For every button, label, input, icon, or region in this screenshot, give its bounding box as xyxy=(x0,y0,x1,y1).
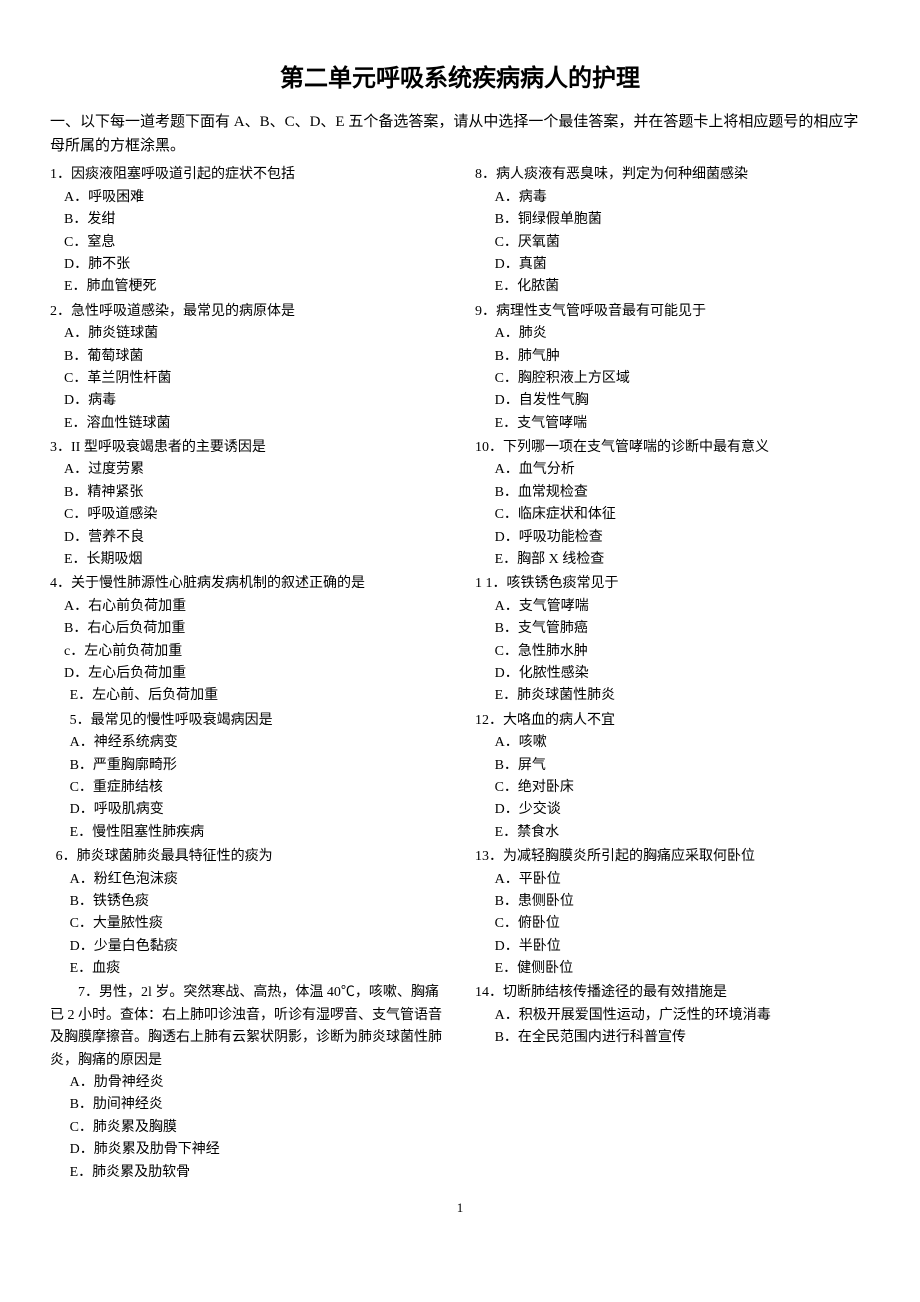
option-a: A．肺炎 xyxy=(495,323,870,345)
option-d: D．化脓性感染 xyxy=(495,663,870,685)
question-7: 7．男性，2l 岁。突然寒战、高热，体温 40℃，咳嗽、胸痛已 2 小时。查体：… xyxy=(50,982,445,1184)
question-stem: 3．II 型呼吸衰竭患者的主要诱因是 xyxy=(50,437,445,459)
question-stem: 1 1．咳铁锈色痰常见于 xyxy=(475,573,870,595)
question-6: 6．肺炎球菌肺炎最具特征性的痰为 A．粉红色泡沫痰 B．铁锈色痰 C．大量脓性痰… xyxy=(50,846,445,980)
option-b: B．支气管肺癌 xyxy=(495,618,870,640)
option-c: C．大量脓性痰 xyxy=(70,913,445,935)
question-10: 10．下列哪一项在支气管哮喘的诊断中最有意义 A．血气分析 B．血常规检查 C．… xyxy=(475,437,870,571)
option-d: D．病毒 xyxy=(50,390,445,412)
option-b: B．铁锈色痰 xyxy=(70,891,445,913)
question-11: 1 1．咳铁锈色痰常见于 A．支气管哮喘 B．支气管肺癌 C．急性肺水肿 D．化… xyxy=(475,573,870,707)
option-a: A．过度劳累 xyxy=(50,459,445,481)
question-8: 8．病人痰液有恶臭味，判定为何种细菌感染 A．病毒 B．铜绿假单胞菌 C．厌氧菌… xyxy=(475,164,870,298)
question-stem: 8．病人痰液有恶臭味，判定为何种细菌感染 xyxy=(475,164,870,186)
question-stem: 14．切断肺结核传播途径的最有效措施是 xyxy=(475,982,870,1004)
option-e: E．肺炎累及肋软骨 xyxy=(70,1162,445,1184)
option-a: A．肋骨神经炎 xyxy=(70,1072,445,1094)
option-a: A．血气分析 xyxy=(495,459,870,481)
option-a: A．积极开展爱国性运动，广泛性的环境消毒 xyxy=(495,1005,870,1027)
option-b: B．在全民范围内进行科普宣传 xyxy=(495,1027,870,1049)
question-stem: 2．急性呼吸道感染，最常见的病原体是 xyxy=(50,301,445,323)
question-5: 5．最常见的慢性呼吸衰竭病因是 A．神经系统病变 B．严重胸廓畸形 C．重症肺结… xyxy=(50,710,445,844)
option-e: E．血痰 xyxy=(70,958,445,980)
option-c: C．临床症状和体征 xyxy=(495,504,870,526)
option-c: C．俯卧位 xyxy=(495,913,870,935)
question-stem: 4．关于慢性肺源性心脏病发病机制的叙述正确的是 xyxy=(50,573,445,595)
option-e: E．支气管哮喘 xyxy=(495,413,870,435)
option-a: A．神经系统病变 xyxy=(70,732,445,754)
option-d: D．呼吸肌病变 xyxy=(70,799,445,821)
option-d: D．呼吸功能检查 xyxy=(495,527,870,549)
option-d: D．左心后负荷加重 xyxy=(50,663,445,685)
option-c: C．急性肺水肿 xyxy=(495,641,870,663)
option-a: A．平卧位 xyxy=(495,869,870,891)
question-14: 14．切断肺结核传播途径的最有效措施是 A．积极开展爱国性运动，广泛性的环境消毒… xyxy=(475,982,870,1049)
question-3: 3．II 型呼吸衰竭患者的主要诱因是 A．过度劳累 B．精神紧张 C．呼吸道感染… xyxy=(50,437,445,571)
option-c: C．革兰阴性杆菌 xyxy=(50,368,445,390)
option-e: E．健侧卧位 xyxy=(495,958,870,980)
option-e: E．左心前、后负荷加重 xyxy=(70,685,445,707)
option-d: D．自发性气胸 xyxy=(495,390,870,412)
option-e: E．慢性阻塞性肺疾病 xyxy=(70,822,445,844)
option-b: B．右心后负荷加重 xyxy=(50,618,445,640)
option-b: B．葡萄球菌 xyxy=(50,346,445,368)
option-b: B．患侧卧位 xyxy=(495,891,870,913)
question-stem: 13．为减轻胸膜炎所引起的胸痛应采取何卧位 xyxy=(475,846,870,868)
question-stem: 12．大咯血的病人不宜 xyxy=(475,710,870,732)
option-e: E．胸部 X 线检查 xyxy=(495,549,870,571)
option-b: B．屏气 xyxy=(495,755,870,777)
option-d: D．半卧位 xyxy=(495,936,870,958)
question-12: 12．大咯血的病人不宜 A．咳嗽 B．屏气 C．绝对卧床 D．少交谈 E．禁食水 xyxy=(475,710,870,844)
option-e: E．长期吸烟 xyxy=(50,549,445,571)
option-a: A．病毒 xyxy=(495,187,870,209)
page-title: 第二单元呼吸系统疾病病人的护理 xyxy=(50,60,870,98)
option-b: B．血常规检查 xyxy=(495,482,870,504)
question-9: 9．病理性支气管呼吸音最有可能见于 A．肺炎 B．肺气肿 C．胸腔积液上方区域 … xyxy=(475,301,870,435)
question-1: 1．因痰液阻塞呼吸道引起的症状不包括 A．呼吸困难 B．发绀 C．窒息 D．肺不… xyxy=(50,164,445,298)
option-a: A．支气管哮喘 xyxy=(495,596,870,618)
option-a: A．呼吸困难 xyxy=(50,187,445,209)
question-stem: 9．病理性支气管呼吸音最有可能见于 xyxy=(475,301,870,323)
option-b: B．精神紧张 xyxy=(50,482,445,504)
section-instructions: 一、以下每一道考题下面有 A、B、C、D、E 五个备选答案，请从中选择一个最佳答… xyxy=(50,110,870,158)
option-a: A．肺炎链球菌 xyxy=(50,323,445,345)
question-stem: 1．因痰液阻塞呼吸道引起的症状不包括 xyxy=(50,164,445,186)
option-c: C．呼吸道感染 xyxy=(50,504,445,526)
question-4: 4．关于慢性肺源性心脏病发病机制的叙述正确的是 A．右心前负荷加重 B．右心后负… xyxy=(50,573,445,707)
option-b: B．肺气肿 xyxy=(495,346,870,368)
option-e: E．肺血管梗死 xyxy=(50,276,445,298)
option-a: A．右心前负荷加重 xyxy=(50,596,445,618)
question-stem: 10．下列哪一项在支气管哮喘的诊断中最有意义 xyxy=(475,437,870,459)
question-stem: 6．肺炎球菌肺炎最具特征性的痰为 xyxy=(56,846,445,868)
question-stem: 5．最常见的慢性呼吸衰竭病因是 xyxy=(70,710,445,732)
option-c: C．肺炎累及胸膜 xyxy=(70,1117,445,1139)
option-c: C．重症肺结核 xyxy=(70,777,445,799)
option-c: C．窒息 xyxy=(50,232,445,254)
option-a: A．咳嗽 xyxy=(495,732,870,754)
option-d: D．营养不良 xyxy=(50,527,445,549)
option-c: C．绝对卧床 xyxy=(495,777,870,799)
option-c: c．左心前负荷加重 xyxy=(50,641,445,663)
option-b: B．铜绿假单胞菌 xyxy=(495,209,870,231)
option-d: D．肺不张 xyxy=(50,254,445,276)
page-number: 1 xyxy=(50,1198,870,1219)
option-d: D．少交谈 xyxy=(495,799,870,821)
option-b: B．发绀 xyxy=(50,209,445,231)
option-e: E．化脓菌 xyxy=(495,276,870,298)
option-d: D．真菌 xyxy=(495,254,870,276)
option-c: C．胸腔积液上方区域 xyxy=(495,368,870,390)
option-b: B．严重胸廓畸形 xyxy=(70,755,445,777)
question-2: 2．急性呼吸道感染，最常见的病原体是 A．肺炎链球菌 B．葡萄球菌 C．革兰阴性… xyxy=(50,301,445,435)
option-e: E．肺炎球菌性肺炎 xyxy=(495,685,870,707)
option-d: D．肺炎累及肋骨下神经 xyxy=(70,1139,445,1161)
option-b: B．肋间神经炎 xyxy=(70,1094,445,1116)
option-e: E．溶血性链球菌 xyxy=(50,413,445,435)
option-d: D．少量白色黏痰 xyxy=(70,936,445,958)
question-columns: 1．因痰液阻塞呼吸道引起的症状不包括 A．呼吸困难 B．发绀 C．窒息 D．肺不… xyxy=(50,164,870,1184)
question-stem: 7．男性，2l 岁。突然寒战、高热，体温 40℃，咳嗽、胸痛已 2 小时。查体：… xyxy=(50,982,445,1072)
option-a: A．粉红色泡沫痰 xyxy=(70,869,445,891)
question-13: 13．为减轻胸膜炎所引起的胸痛应采取何卧位 A．平卧位 B．患侧卧位 C．俯卧位… xyxy=(475,846,870,980)
option-c: C．厌氧菌 xyxy=(495,232,870,254)
option-e: E．禁食水 xyxy=(495,822,870,844)
